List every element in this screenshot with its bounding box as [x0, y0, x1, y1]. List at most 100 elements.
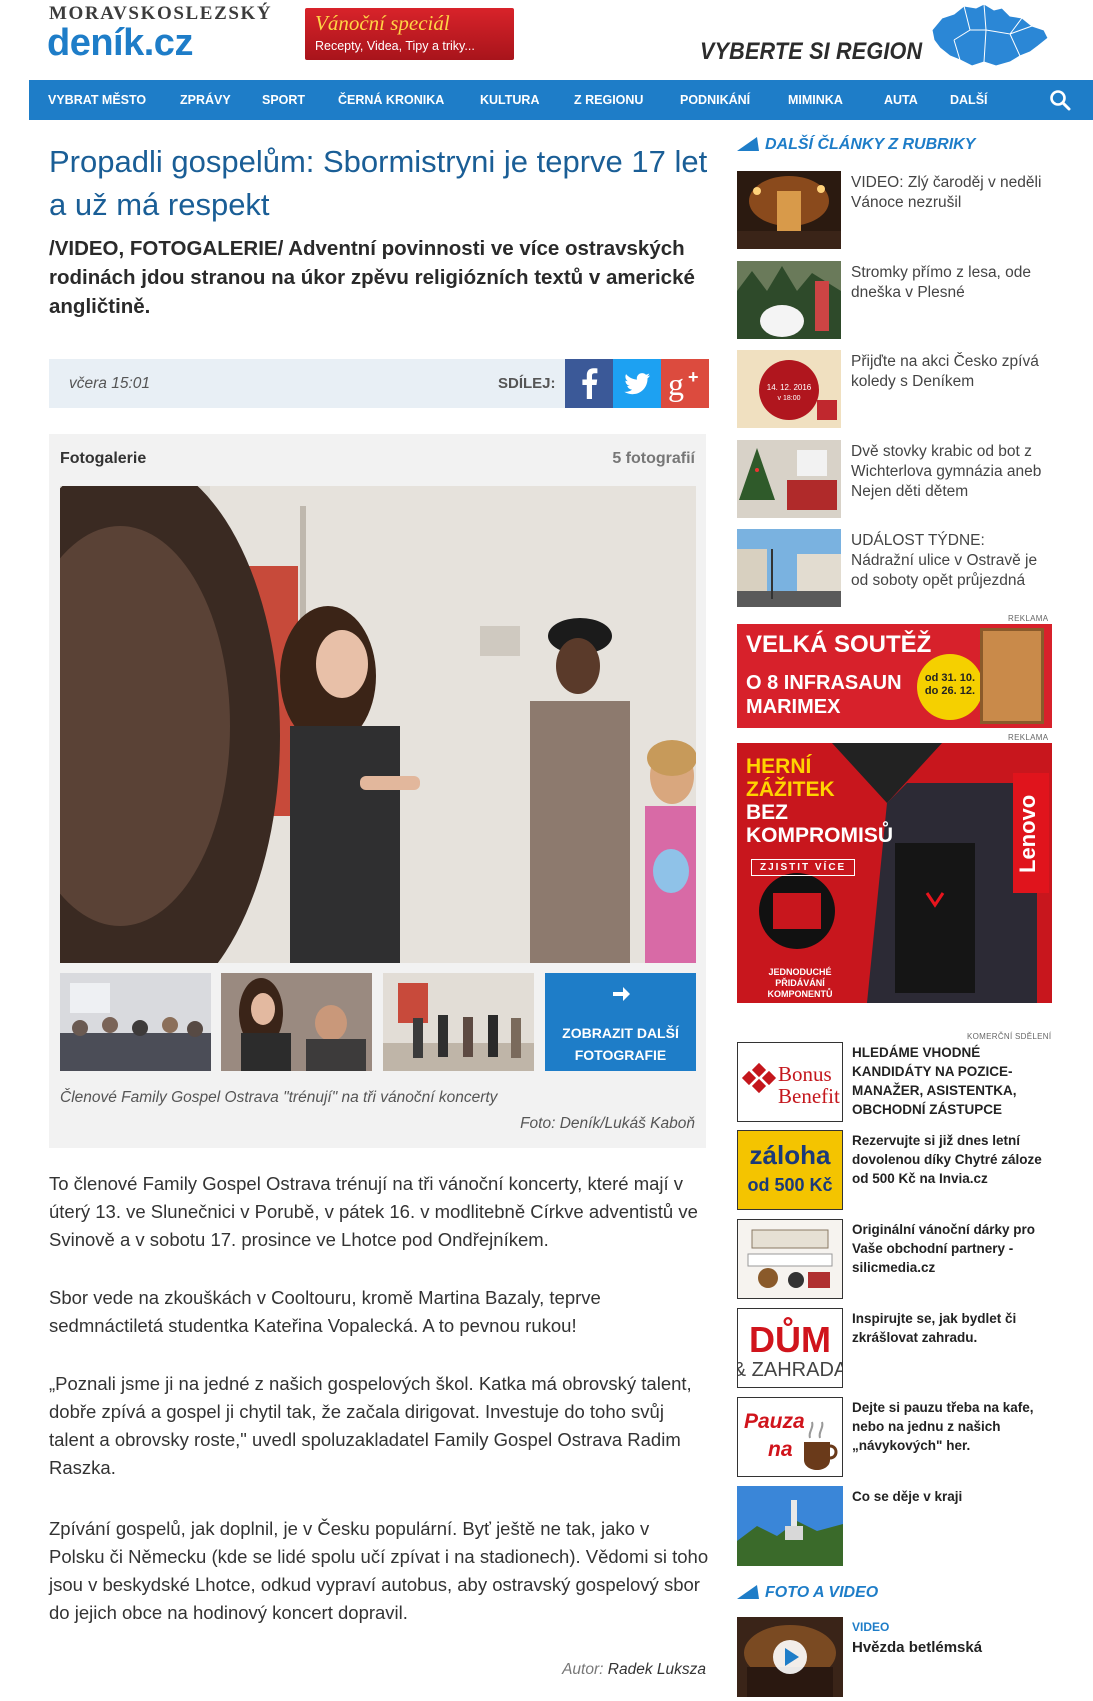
- photo-gallery: Fotogalerie 5 fotografií ZOBRAZIT DALŠÍ …: [49, 434, 706, 1148]
- ad-line: O 8 INFRASAUN: [746, 672, 902, 694]
- show-more-label-1: ZOBRAZIT DALŠÍ: [562, 1025, 679, 1041]
- commercial-item[interactable]: Pauza na Dejte si pauzu třeba na kafe, n…: [737, 1397, 1052, 1477]
- gallery-caption: Členové Family Gospel Ostrava "trénují" …: [60, 1089, 498, 1106]
- show-more-photos-button[interactable]: ZOBRAZIT DALŠÍ FOTOGRAFIE: [545, 973, 696, 1071]
- related-article-title[interactable]: UDÁLOST TÝDNE: Nádražní ulice v Ostravě …: [851, 531, 1051, 591]
- arrow-right-icon: [613, 987, 630, 1001]
- commercial-text[interactable]: Inspirujte se, jak bydlet či zkrášlovat …: [852, 1309, 1052, 1347]
- related-article-thumbnail[interactable]: [737, 529, 841, 607]
- article-time: včera 15:01: [69, 375, 150, 392]
- commercial-text[interactable]: Rezervujte si již dnes letní dovolenou d…: [852, 1131, 1052, 1188]
- gallery-thumbnail[interactable]: [383, 973, 534, 1071]
- svg-text:Benefit: Benefit: [778, 1084, 840, 1108]
- commercial-text[interactable]: HLEDÁME VHODNÉ KANDIDÁTY NA POZICE- MANA…: [852, 1043, 1052, 1119]
- find-out-more-button[interactable]: ZJISTIT VÍCE: [751, 859, 856, 876]
- commercial-item[interactable]: Co se děje v kraji: [737, 1486, 1052, 1566]
- logo[interactable]: deník.cz: [47, 22, 193, 65]
- gallery-main-photo[interactable]: [60, 486, 696, 963]
- related-article-thumbnail[interactable]: 14. 12. 2016 v 18:00: [737, 350, 841, 428]
- related-article-title[interactable]: VIDEO: Zlý čaroděj v neděli Vánoce nezru…: [851, 173, 1051, 213]
- related-article-title[interactable]: Dvě stovky krabic od bot z Wichterlova g…: [851, 442, 1051, 502]
- commercial-text[interactable]: Originální vánoční dárky pro Vaše obchod…: [852, 1220, 1052, 1277]
- facebook-share-button[interactable]: [565, 359, 613, 408]
- nav-item-sport[interactable]: SPORT: [262, 80, 305, 120]
- svg-text:14. 12. 2016: 14. 12. 2016: [767, 383, 812, 392]
- lenovo-ad[interactable]: Lenovo HERNÍ ZÁŽITEK BEZ KOMPROMISŮ ZJIS…: [737, 743, 1052, 1003]
- nav-item-region[interactable]: Z REGIONU: [574, 80, 643, 120]
- google-plus-icon: g +: [668, 366, 699, 402]
- commercial-item[interactable]: Bonus Benefit HLEDÁME VHODNÉ KANDIDÁTY N…: [737, 1042, 1052, 1122]
- triangle-icon: [737, 137, 759, 151]
- svg-text:& ZAHRADA: & ZAHRADA: [738, 1359, 842, 1381]
- related-article-item[interactable]: 14. 12. 2016 v 18:00 Přijďte na akci Česk…: [737, 350, 1052, 428]
- video-label: VIDEO: [852, 1620, 890, 1634]
- nav-item-babies[interactable]: MIMINKA: [788, 80, 843, 120]
- author-label: Autor:: [562, 1661, 604, 1678]
- bonus-benefit-logo[interactable]: Bonus Benefit: [737, 1042, 843, 1122]
- gallery-credit: Foto: Deník/Lukáš Kaboň: [520, 1115, 695, 1132]
- related-article-item[interactable]: Stromky přímo z lesa, ode dneška v Plesn…: [737, 261, 1052, 339]
- main-navigation: VYBRAT MĚSTO ZPRÁVY SPORT ČERNÁ KRONIKA …: [29, 80, 1093, 120]
- video-thumbnail[interactable]: [737, 1617, 843, 1697]
- nav-item-crime[interactable]: ČERNÁ KRONIKA: [338, 80, 444, 120]
- commercial-item[interactable]: záloha od 500 Kč Rezervujte si již dnes …: [737, 1130, 1052, 1210]
- promo-subtitle: Recepty, Videa, Tipy a triky...: [315, 39, 475, 53]
- video-item[interactable]: VIDEO Hvězda betlémská: [737, 1617, 1052, 1697]
- nav-item-culture[interactable]: KULTURA: [480, 80, 539, 120]
- svg-text:záloha: záloha: [750, 1140, 831, 1170]
- search-icon[interactable]: [1049, 89, 1071, 111]
- nav-item-news[interactable]: ZPRÁVY: [180, 80, 231, 120]
- nav-item-choose-city[interactable]: VYBRAT MĚSTO: [48, 80, 146, 120]
- ad-footer: PŘIDÁVÁNÍ KOMPONENTŮ: [767, 978, 833, 999]
- region-news-thumbnail[interactable]: [737, 1486, 843, 1566]
- related-article-title[interactable]: Přijďte na akci Česko zpívá koledy s Den…: [851, 352, 1051, 392]
- related-article-thumbnail[interactable]: [737, 171, 841, 249]
- svg-text:Pauza: Pauza: [744, 1410, 805, 1433]
- ad-title: VELKÁ SOUTĚŽ: [746, 631, 932, 658]
- twitter-share-button[interactable]: [613, 359, 661, 408]
- commercial-text[interactable]: Dejte si pauzu třeba na kafe, nebo na je…: [852, 1398, 1052, 1455]
- related-article-item[interactable]: VIDEO: Zlý čaroděj v neděli Vánoce nezru…: [737, 171, 1052, 249]
- related-article-title[interactable]: Stromky přímo z lesa, ode dneška v Plesn…: [851, 263, 1051, 303]
- choose-region-link[interactable]: VYBERTE SI REGION: [700, 38, 922, 66]
- commercial-item[interactable]: DŮM & ZAHRADA Inspirujte se, jak bydlet …: [737, 1308, 1052, 1388]
- commercial-text[interactable]: Co se děje v kraji: [852, 1487, 1052, 1506]
- gallery-count[interactable]: 5 fotografií: [612, 450, 695, 468]
- nav-item-cars[interactable]: AUTA: [884, 80, 918, 120]
- silicmedia-logo[interactable]: [737, 1219, 843, 1299]
- ad-footer: JEDNODUCHÉ: [768, 967, 832, 977]
- date-badge: od 31. 10. do 26. 12.: [917, 654, 983, 720]
- related-article-item[interactable]: Dvě stovky krabic od bot z Wichterlova g…: [737, 440, 1052, 518]
- facebook-icon: [582, 368, 598, 399]
- invia-logo[interactable]: záloha od 500 Kč: [737, 1130, 843, 1210]
- author-name[interactable]: Radek Luksza: [608, 1661, 706, 1678]
- gallery-thumbnail[interactable]: [221, 973, 372, 1071]
- related-article-thumbnail[interactable]: [737, 440, 841, 518]
- photo-video-heading: FOTO A VIDEO: [737, 1584, 878, 1602]
- video-title[interactable]: Hvězda betlémská: [852, 1639, 982, 1656]
- choir-photo: [60, 486, 696, 963]
- related-article-thumbnail[interactable]: [737, 261, 841, 339]
- pauza-na-logo[interactable]: Pauza na: [737, 1397, 843, 1477]
- related-articles-heading: DALŠÍ ČLÁNKY Z RUBRIKY: [737, 136, 975, 154]
- svg-text:od 500 Kč: od 500 Kč: [747, 1175, 832, 1195]
- nav-item-business[interactable]: PODNIKÁNÍ: [680, 80, 750, 120]
- commercial-item[interactable]: Originální vánoční dárky pro Vaše obchod…: [737, 1219, 1052, 1299]
- google-plus-share-button[interactable]: g +: [661, 359, 709, 408]
- article-paragraph: „Poznali jsme ji na jedné z našich gospe…: [49, 1373, 692, 1478]
- marimex-ad[interactable]: VELKÁ SOUTĚŽ O 8 INFRASAUN MARIMEX od 31…: [737, 624, 1052, 728]
- ad-headline: ZÁŽITEK: [746, 778, 835, 801]
- article-title: Propadli gospelům: Sbormistryni je teprv…: [49, 144, 708, 222]
- share-bar: včera 15:01 SDÍLEJ: g +: [49, 359, 709, 408]
- czech-map-icon[interactable]: [924, 0, 1052, 72]
- dum-zahrada-logo[interactable]: DŮM & ZAHRADA: [737, 1308, 843, 1388]
- gallery-thumbnail[interactable]: [60, 973, 211, 1071]
- twitter-icon: [624, 373, 650, 395]
- article-paragraph: To členové Family Gospel Ostrava trénují…: [49, 1173, 698, 1250]
- nav-item-more[interactable]: DALŠÍ: [950, 80, 988, 120]
- christmas-special-banner[interactable]: Vánoční speciál Recepty, Videa, Tipy a t…: [305, 8, 514, 60]
- related-article-item[interactable]: UDÁLOST TÝDNE: Nádražní ulice v Ostravě …: [737, 529, 1052, 607]
- article-paragraph: Sbor vede na zkouškách v Cooltouru, krom…: [49, 1287, 601, 1336]
- ad-label: REKLAMA: [1008, 614, 1049, 623]
- svg-text:Lenovo: Lenovo: [1015, 795, 1040, 873]
